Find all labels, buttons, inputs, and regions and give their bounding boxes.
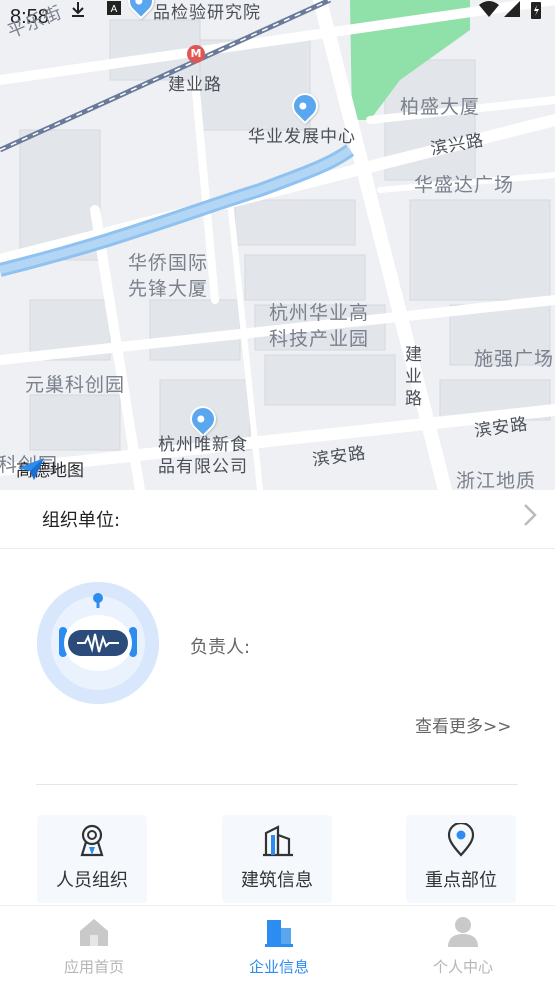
wifi-icon [479, 1, 499, 17]
responsible-person-label: 负责人: [190, 637, 251, 658]
person-icon [448, 917, 478, 947]
home-icon [80, 919, 108, 946]
map-label-yuanchao: 元巢科创园 [25, 374, 126, 396]
map-label-zhejiang: 浙江地质 [456, 470, 537, 490]
tile-label: 重点部位 [425, 870, 497, 891]
map-label-jianye-top: 建业路 [168, 75, 222, 95]
nav-label-home: 应用首页 [63, 958, 124, 976]
map-label-huaqiao: 华侨国际 先锋大厦 [127, 252, 208, 300]
location-pin-icon [447, 823, 475, 857]
nav-item-home[interactable]: 应用首页 [34, 906, 154, 985]
enterprise-icon [265, 920, 293, 947]
keyboard-a-icon: A [107, 1, 121, 15]
robot-icon [37, 582, 159, 704]
map-label-jianye-vertical: 建业路 [405, 345, 423, 409]
amap-logo: 高德地图 [16, 456, 84, 481]
nav-item-profile[interactable]: 个人中心 [403, 906, 523, 985]
map-label-huashengda: 华盛达广场 [414, 174, 515, 196]
map-label-weixin: 杭州唯新食 品有限公司 [158, 435, 248, 477]
amap-arrow-icon [18, 458, 44, 480]
map-label-huaye-center: 华业发展中心 [248, 127, 356, 147]
battery-icon [531, 2, 541, 19]
tile-building-info[interactable]: 建筑信息 [222, 815, 332, 903]
download-icon [72, 2, 84, 17]
nav-label-enterprise: 企业信息 [248, 958, 309, 976]
robot-avatar [37, 582, 159, 704]
nav-label-profile: 个人中心 [432, 958, 493, 976]
divider [36, 784, 518, 785]
building-icon [263, 825, 293, 857]
metro-icon[interactable]: M [187, 45, 205, 63]
nav-item-enterprise[interactable]: 企业信息 [219, 906, 339, 985]
map-view[interactable]: 8:58 A 平乐街 品检验研究院 M 建业路 华业发展中心 柏盛大厦 滨兴路 … [0, 0, 555, 490]
org-unit-row[interactable]: 组织单位: [0, 490, 555, 549]
org-unit-label: 组织单位: [42, 510, 121, 531]
map-label-hangzhou-huaye: 杭州华业高 科技产业园 [268, 302, 369, 350]
view-more-link[interactable]: 查看更多>> [415, 712, 512, 737]
map-label-inspection: 品检验研究院 [153, 3, 261, 23]
signal-icon [504, 1, 520, 17]
status-bar: 8:58 A [0, 0, 555, 34]
tile-label: 人员组织 [56, 870, 128, 891]
tile-key-locations[interactable]: 重点部位 [406, 815, 516, 903]
chevron-right-icon [524, 504, 537, 526]
bottom-nav: 应用首页 企业信息 个人中心 [0, 905, 555, 985]
map-label-shiqiang: 施强广场 [474, 348, 555, 370]
map-label-baisheng: 柏盛大厦 [400, 96, 481, 118]
tile-label: 建筑信息 [241, 870, 313, 891]
tile-personnel-organization[interactable]: 人员组织 [37, 815, 147, 903]
badge-person-icon [80, 824, 104, 857]
svg-text:A: A [111, 4, 118, 15]
